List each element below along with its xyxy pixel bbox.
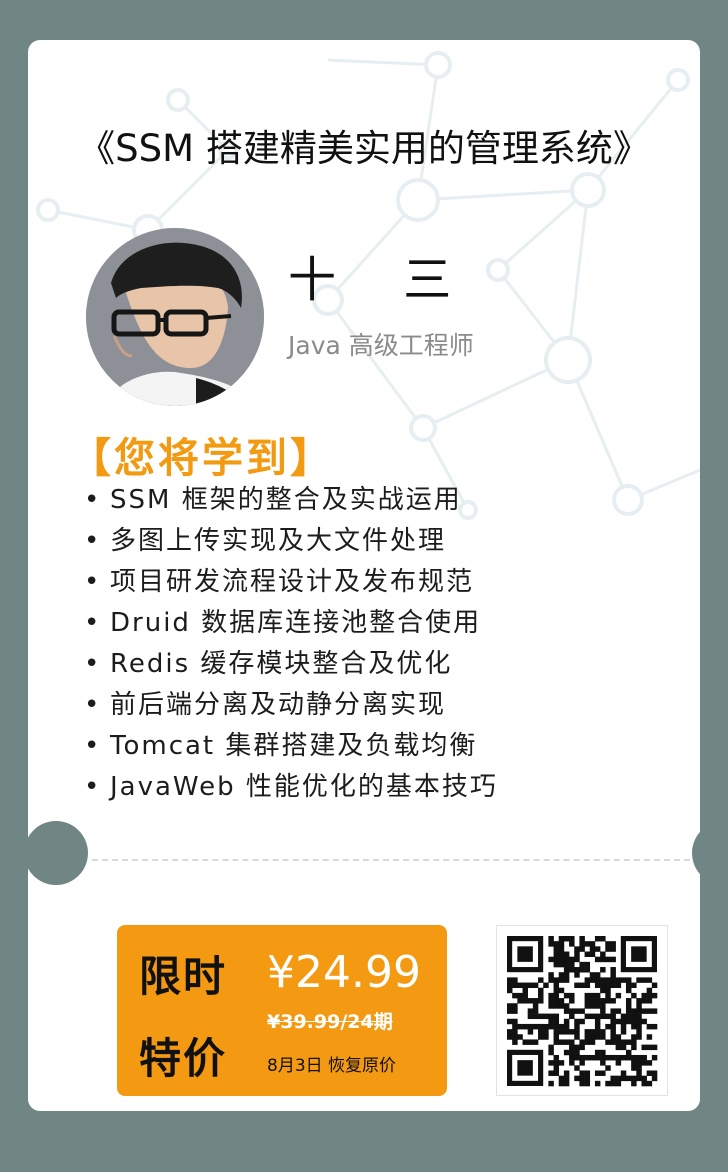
restore-note: 8月3日 恢复原价 <box>267 1056 397 1076</box>
instructor-photo <box>86 228 264 406</box>
course-card: 《SSM 搭建精美实用的管理系统》 十 三 Java 高级工程师 【您将学到】 … <box>28 40 700 1111</box>
qr-code-icon <box>507 936 658 1087</box>
list-item: 项目研发流程设计及发布规范 <box>84 562 498 603</box>
list-item: Druid 数据库连接池整合使用 <box>84 603 498 644</box>
original-price: ¥39.99/24期 <box>267 1011 393 1033</box>
instructor-name: 十 三 <box>288 252 478 308</box>
dashed-divider <box>92 859 690 861</box>
list-item: Tomcat 集群搭建及负载均衡 <box>84 726 498 767</box>
special-label: 特价 <box>139 1034 228 1083</box>
ticket-notch-left <box>28 821 88 885</box>
list-item: 多图上传实现及大文件处理 <box>84 521 498 562</box>
course-title: 《SSM 搭建精美实用的管理系统》 <box>78 127 650 170</box>
learning-points-list: SSM 框架的整合及实战运用 多图上传实现及大文件处理 项目研发流程设计及发布规… <box>84 480 498 808</box>
promo-price-box[interactable]: 限时 特价 ¥24.99 ¥39.99/24期 8月3日 恢复原价 <box>117 925 447 1096</box>
list-item: Redis 缓存模块整合及优化 <box>84 644 498 685</box>
list-item: SSM 框架的整合及实战运用 <box>84 480 498 521</box>
limited-label: 限时 <box>139 952 228 1001</box>
ticket-notch-right <box>692 821 700 885</box>
learn-heading: 【您将学到】 <box>70 434 334 482</box>
current-price: ¥24.99 <box>267 947 421 998</box>
instructor-avatar <box>86 228 264 406</box>
qr-code[interactable] <box>496 925 668 1096</box>
instructor-role: Java 高级工程师 <box>288 331 474 360</box>
list-item: JavaWeb 性能优化的基本技巧 <box>84 767 498 808</box>
list-item: 前后端分离及动静分离实现 <box>84 685 498 726</box>
